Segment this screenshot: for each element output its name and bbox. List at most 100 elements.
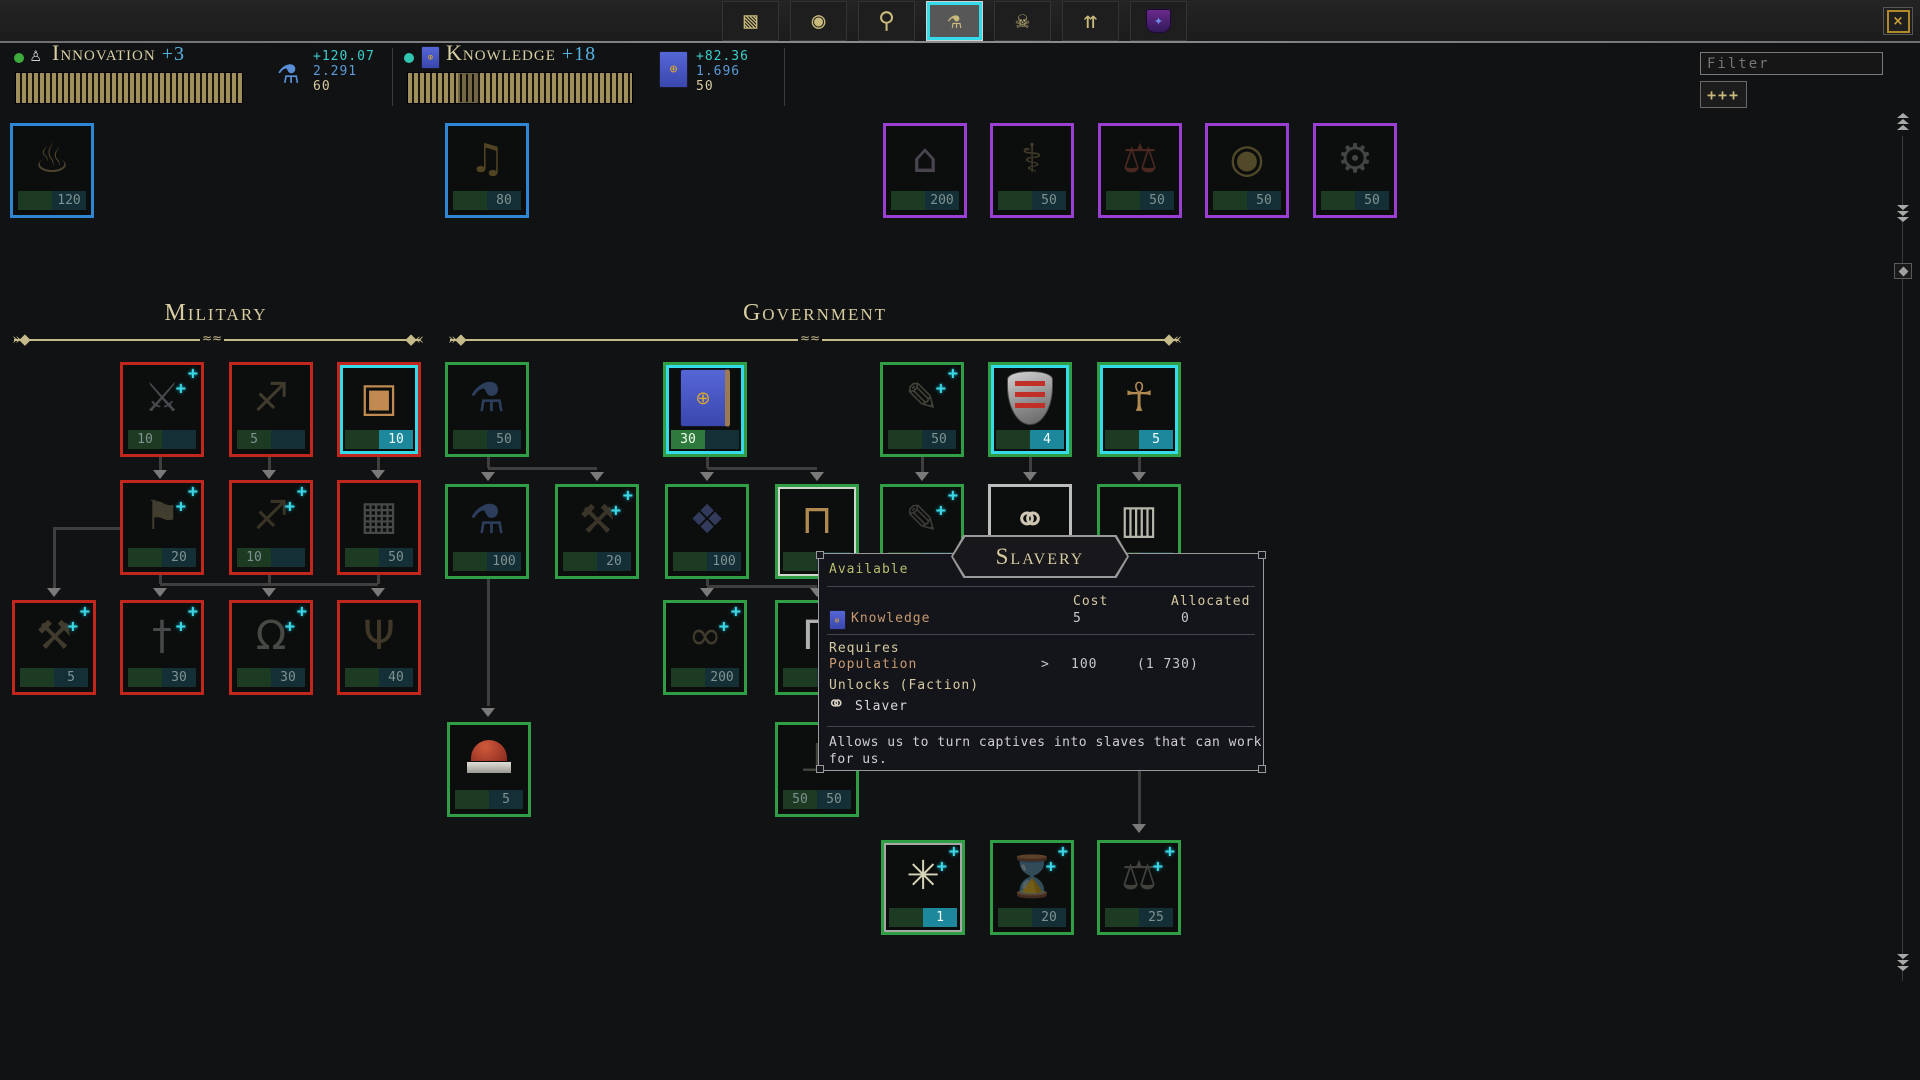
allocate-plus-icons[interactable]: ++ bbox=[713, 604, 741, 638]
cost-remaining-segment: 5 bbox=[54, 668, 88, 687]
tech-engineering[interactable]: ⚙50 bbox=[1313, 123, 1397, 218]
allocate-plus-icons[interactable]: ++ bbox=[930, 488, 958, 522]
tech-swordsmanship[interactable]: ++⚔10 bbox=[120, 362, 204, 457]
tech-iron-weapons[interactable]: ++†30 bbox=[120, 600, 204, 695]
scroll-down-button[interactable] bbox=[1892, 204, 1914, 223]
close-button-frame: × bbox=[1883, 7, 1913, 35]
cost-allocated-segment bbox=[889, 908, 923, 927]
tech-arbitration[interactable]: ++⚖25 bbox=[1097, 840, 1181, 935]
tech-logistics[interactable]: ++∞200 bbox=[663, 600, 747, 695]
knowledge-values: +82.36 1.696 50 bbox=[696, 49, 749, 94]
cost-remaining-segment: 40 bbox=[379, 668, 413, 687]
connector-arrow bbox=[153, 588, 167, 597]
tech-well[interactable]: ♨120 bbox=[10, 123, 94, 218]
experimentation-icon: ⚗ bbox=[452, 489, 522, 551]
cost-allocated-segment bbox=[1106, 191, 1140, 210]
cost-remaining-segment: 20 bbox=[1032, 908, 1066, 927]
ornament-right: ◆« bbox=[1163, 330, 1180, 348]
cost-remaining-segment bbox=[271, 548, 305, 567]
tech-theater[interactable]: ⌂200 bbox=[883, 123, 967, 218]
cost-remaining-segment: 50 bbox=[1140, 191, 1174, 210]
close-icon[interactable]: × bbox=[1887, 10, 1910, 33]
tech-philosophy[interactable]: ❖100 bbox=[665, 484, 749, 579]
tech-alchemy[interactable]: ⚗50 bbox=[445, 362, 529, 457]
scrollbar-thumb[interactable] bbox=[1894, 263, 1912, 279]
allocate-plus-icons[interactable]: ++ bbox=[931, 844, 959, 878]
tech-armor[interactable]: ++Ω30 bbox=[229, 600, 313, 695]
tab-expedition[interactable]: ⚲ bbox=[858, 1, 915, 41]
filter-input[interactable] bbox=[1700, 52, 1883, 75]
cost-bar: 30 bbox=[128, 668, 196, 687]
tech-wealth-cart[interactable]: ◉50 bbox=[1205, 123, 1289, 218]
tech-proclamation[interactable]: ♫80 bbox=[445, 123, 529, 218]
tech-medicine[interactable]: ⚕50 bbox=[990, 123, 1074, 218]
cost-bar: 10 bbox=[345, 430, 413, 449]
cost-remaining-segment: 120 bbox=[52, 191, 86, 210]
tab-military[interactable]: ☠ bbox=[994, 1, 1051, 41]
cost-bar: 200 bbox=[671, 668, 739, 687]
code-of-laws-icon: ⊕ bbox=[670, 367, 740, 429]
allocate-plus-icons[interactable]: ++ bbox=[1147, 844, 1175, 878]
cost-remaining-segment: 5 bbox=[1139, 430, 1173, 449]
up-arrows-icon: ⇈ bbox=[1084, 8, 1098, 34]
tech-inquisition[interactable]: ⚖50 bbox=[1098, 123, 1182, 218]
tab-research-selected[interactable]: ⚗ bbox=[926, 1, 983, 41]
tech-code-of-laws[interactable]: ⊕30 bbox=[663, 362, 747, 457]
cost-allocated-segment bbox=[996, 430, 1030, 449]
tab-factions[interactable]: ✦ bbox=[1130, 1, 1187, 41]
plus-icon: + bbox=[623, 486, 633, 506]
wealth-cart-icon: ◉ bbox=[1212, 128, 1282, 190]
ornament-left: »◆ bbox=[448, 330, 465, 348]
cost-remaining-segment: 80 bbox=[487, 191, 521, 210]
allocate-plus-icons[interactable]: ++ bbox=[170, 484, 198, 518]
theater-icon: ⌂ bbox=[890, 128, 960, 190]
connector-arrow bbox=[590, 472, 604, 481]
tech-execution[interactable]: ☥5 bbox=[1097, 362, 1181, 457]
allocate-plus-icons[interactable]: ++ bbox=[170, 604, 198, 638]
cost-bar: 50 bbox=[998, 191, 1066, 210]
tech-heraldry[interactable]: 4 bbox=[988, 362, 1072, 457]
tech-experimentation[interactable]: ⚗100 bbox=[445, 484, 529, 579]
tech-marksmanship[interactable]: ++♐10 bbox=[229, 480, 313, 575]
tab-economy[interactable]: ◉ bbox=[790, 1, 847, 41]
cost-remaining-segment: 30 bbox=[271, 668, 305, 687]
plus-icon: + bbox=[949, 842, 959, 862]
tech-siegecraft[interactable]: Ψ40 bbox=[337, 600, 421, 695]
expand-all-button[interactable]: +++ bbox=[1700, 81, 1747, 108]
tech-writing[interactable]: ++✎50 bbox=[880, 362, 964, 457]
tech-stone-walls[interactable]: ▦50 bbox=[337, 480, 421, 575]
palisades-icon: ▣ bbox=[344, 367, 414, 429]
allocate-plus-icons[interactable]: ++ bbox=[1040, 844, 1068, 878]
cost-remaining-segment: 25 bbox=[1139, 908, 1173, 927]
cost-allocated-segment bbox=[20, 668, 54, 687]
tech-mining[interactable]: ++⚒5 bbox=[12, 600, 96, 695]
allocate-plus-icons[interactable]: ++ bbox=[930, 366, 958, 400]
scroll-up-button[interactable] bbox=[1892, 112, 1914, 131]
allocate-plus-icons[interactable]: ++ bbox=[279, 484, 307, 518]
cost-allocated-segment bbox=[891, 191, 925, 210]
allocate-plus-icons[interactable]: ++ bbox=[62, 604, 90, 638]
allocate-plus-icons[interactable]: ++ bbox=[170, 366, 198, 400]
allocate-plus-icons[interactable]: ++ bbox=[605, 488, 633, 522]
tech-lantern[interactable]: ++⌛20 bbox=[990, 840, 1074, 935]
tech-palisades[interactable]: ▣10 bbox=[337, 362, 421, 457]
connector-arrow bbox=[1132, 472, 1146, 481]
tech-capitol[interactable]: 5 bbox=[447, 722, 531, 817]
cost-allocated-segment bbox=[783, 552, 817, 571]
scroll-bottom-button[interactable] bbox=[1892, 953, 1914, 972]
medicine-icon: ⚕ bbox=[997, 128, 1067, 190]
cost-remaining-segment bbox=[162, 430, 196, 449]
construction-icon: ▧ bbox=[744, 8, 758, 34]
tech-archery[interactable]: ♐5 bbox=[229, 362, 313, 457]
tech-craftsmanship[interactable]: ++⚒20 bbox=[555, 484, 639, 579]
allocate-plus-icons[interactable]: ++ bbox=[279, 604, 307, 638]
tab-upgrades[interactable]: ⇈ bbox=[1062, 1, 1119, 41]
cost-allocated-segment bbox=[455, 790, 489, 809]
tech-standards[interactable]: ++⚑20 bbox=[120, 480, 204, 575]
tab-construction[interactable]: ▧ bbox=[722, 1, 779, 41]
cost-allocated-segment bbox=[128, 548, 162, 567]
connector-line bbox=[268, 456, 271, 470]
cost-bar: 5050 bbox=[783, 790, 851, 809]
divider bbox=[827, 726, 1255, 727]
tech-uprising[interactable]: ++✳1 bbox=[881, 840, 965, 935]
